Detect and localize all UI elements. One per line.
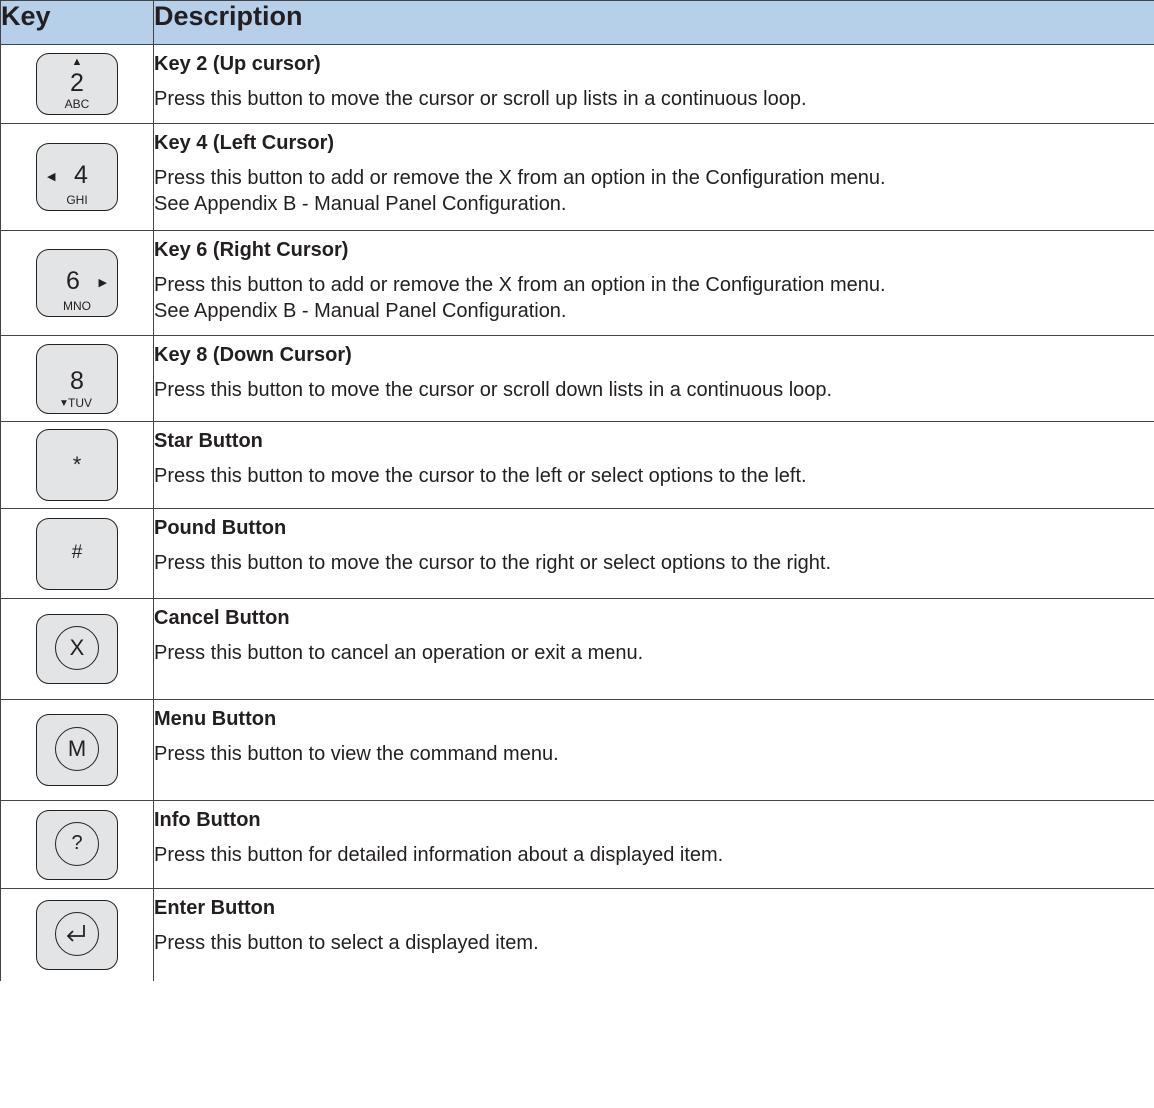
description-cell: Key 6 (Right Cursor) Press this button t…: [153, 230, 1154, 336]
key-6-right-cursor-icon: 6 ▶ MNO: [36, 249, 118, 317]
key-title: Pound Button: [154, 517, 287, 539]
star-key-icon: *: [36, 429, 118, 501]
key-cell: *: [0, 421, 154, 509]
table-row: ? Info Button Press this button for deta…: [0, 800, 1154, 889]
key-description: Press this button to select a displayed …: [154, 932, 539, 954]
enter-return-icon: [36, 900, 118, 970]
circle-icon: X: [55, 626, 99, 670]
key-cell: M: [0, 699, 154, 801]
table-row: 4 ◀ GHI Key 4 (Left Cursor) Press this b…: [0, 123, 1154, 231]
key-letters: TUV: [68, 395, 92, 410]
key-description-line: See Appendix B - Manual Panel Configurat…: [154, 300, 567, 322]
pound-key-icon: #: [36, 517, 118, 590]
key-digit: 8: [70, 366, 84, 395]
description-cell: Cancel Button Press this button to cance…: [153, 598, 1154, 700]
key-description-document: Key Description ▲ 2 ABC Key 2 (Up cursor…: [0, 0, 1154, 981]
key-8-down-cursor-icon: 8 TUV ▼: [36, 343, 118, 414]
key-description: Press this button to view the command me…: [154, 743, 559, 765]
table-row: ▲ 2 ABC Key 2 (Up cursor) Press this but…: [0, 44, 1154, 124]
description-cell: Info Button Press this button for detail…: [153, 800, 1154, 889]
key-description-line: Press this button to add or remove the X…: [154, 274, 886, 296]
key-description: Press this button to move the cursor to …: [154, 552, 832, 574]
key-cell: ▲ 2 ABC: [0, 44, 154, 124]
enter-arrow-icon: [66, 925, 85, 942]
key-cell: [0, 888, 154, 981]
key-title: Key 4 (Left Cursor): [154, 132, 335, 154]
key-title: Key 8 (Down Cursor): [154, 344, 352, 366]
table-row: Enter Button Press this button to select…: [0, 888, 1154, 981]
key-description: Press this button to move the cursor to …: [154, 465, 807, 487]
circle-icon: M: [55, 727, 99, 771]
key-title: Enter Button: [154, 897, 276, 919]
header-description: Description: [153, 0, 1154, 45]
description-cell: Key 2 (Up cursor) Press this button to m…: [153, 44, 1154, 124]
key-description-line: Press this button to add or remove the X…: [154, 167, 886, 189]
key-description: Press this button for detailed informati…: [154, 844, 724, 866]
key-symbol: #: [71, 541, 83, 563]
table-header-row: Key Description: [0, 0, 1154, 45]
down-arrow-icon: ▼: [59, 397, 69, 409]
key-2-up-cursor-icon: ▲ 2 ABC: [36, 53, 118, 115]
key-letters: ABC: [64, 97, 90, 111]
key-letters: MNO: [63, 299, 91, 313]
up-arrow-icon: ▲: [71, 56, 83, 68]
key-symbol: *: [72, 452, 82, 477]
key-cell: ?: [0, 800, 154, 889]
key-symbol: X: [69, 635, 85, 660]
table-row: 6 ▶ MNO Key 6 (Right Cursor) Press this …: [0, 230, 1154, 336]
key-digit: 2: [70, 69, 84, 97]
circle-icon: ?: [55, 821, 99, 866]
key-title: Key 6 (Right Cursor): [154, 239, 349, 261]
key-symbol: ?: [71, 832, 83, 854]
circle-icon: [55, 912, 99, 956]
left-arrow-icon: ◀: [47, 171, 56, 183]
key-description: Press this button to add or remove the X…: [154, 272, 1154, 324]
description-cell: Key 4 (Left Cursor) Press this button to…: [153, 123, 1154, 231]
key-description: Press this button to cancel an operation…: [154, 642, 644, 664]
key-cell: X: [0, 598, 154, 700]
key-title: Star Button: [154, 430, 263, 452]
key-description-table: Key Description ▲ 2 ABC Key 2 (Up cursor…: [0, 0, 1154, 981]
table-row: # Pound Button Press this button to move…: [0, 508, 1154, 599]
key-title: Cancel Button: [154, 607, 290, 629]
info-question-icon: ?: [36, 809, 118, 880]
key-description: Press this button to add or remove the X…: [154, 165, 1154, 217]
description-cell: Pound Button Press this button to move t…: [153, 508, 1154, 599]
table-row: 8 TUV ▼ Key 8 (Down Cursor) Press this b…: [0, 335, 1154, 422]
key-title: Key 2 (Up cursor): [154, 53, 321, 75]
key-4-left-cursor-icon: 4 ◀ GHI: [36, 143, 118, 211]
key-title: Info Button: [154, 809, 261, 831]
menu-m-icon: M: [36, 714, 118, 786]
description-cell: Enter Button Press this button to select…: [153, 888, 1154, 981]
right-arrow-icon: ▶: [98, 277, 107, 289]
description-cell: Star Button Press this button to move th…: [153, 421, 1154, 509]
key-cell: 6 ▶ MNO: [0, 230, 154, 336]
key-description: Press this button to move the cursor or …: [154, 88, 807, 110]
key-description-line: See Appendix B - Manual Panel Configurat…: [154, 193, 567, 215]
key-title: Menu Button: [154, 708, 277, 730]
key-cell: 4 ◀ GHI: [0, 123, 154, 231]
key-letters: GHI: [66, 193, 88, 207]
description-cell: Key 8 (Down Cursor) Press this button to…: [153, 335, 1154, 422]
key-cell: 8 TUV ▼: [0, 335, 154, 422]
table-row: M Menu Button Press this button to view …: [0, 699, 1154, 801]
key-symbol: M: [67, 736, 87, 761]
header-key: Key: [0, 0, 154, 45]
cancel-x-icon: X: [36, 614, 118, 684]
key-description: Press this button to move the cursor or …: [154, 379, 833, 401]
table-row: * Star Button Press this button to move …: [0, 421, 1154, 509]
description-cell: Menu Button Press this button to view th…: [153, 699, 1154, 801]
table-row: X Cancel Button Press this button to can…: [0, 598, 1154, 700]
key-cell: #: [0, 508, 154, 599]
